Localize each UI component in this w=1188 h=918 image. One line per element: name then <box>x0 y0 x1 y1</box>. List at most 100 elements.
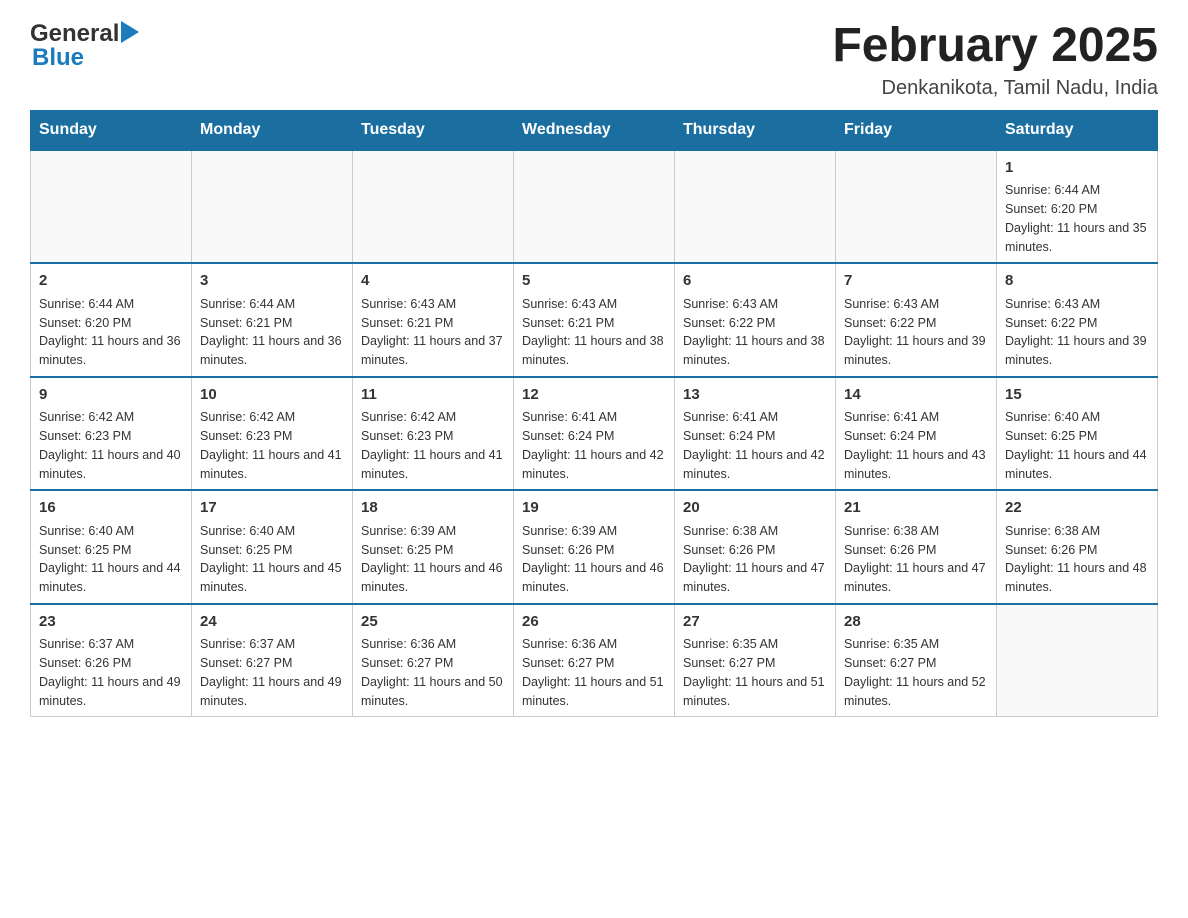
daylight-text: Daylight: 11 hours and 41 minutes. <box>200 446 344 484</box>
sunset-text: Sunset: 6:20 PM <box>1005 200 1149 219</box>
calendar-cell: 25Sunrise: 6:36 AMSunset: 6:27 PMDayligh… <box>353 604 514 717</box>
calendar-table: SundayMondayTuesdayWednesdayThursdayFrid… <box>30 110 1158 718</box>
sunset-text: Sunset: 6:23 PM <box>200 427 344 446</box>
weekday-header: Wednesday <box>514 110 675 150</box>
daylight-text: Daylight: 11 hours and 37 minutes. <box>361 332 505 370</box>
calendar-cell: 28Sunrise: 6:35 AMSunset: 6:27 PMDayligh… <box>836 604 997 717</box>
daylight-text: Daylight: 11 hours and 39 minutes. <box>1005 332 1149 370</box>
calendar-cell: 18Sunrise: 6:39 AMSunset: 6:25 PMDayligh… <box>353 490 514 604</box>
weekday-header-row: SundayMondayTuesdayWednesdayThursdayFrid… <box>31 110 1158 150</box>
day-number: 14 <box>844 384 988 407</box>
weekday-header: Monday <box>192 110 353 150</box>
weekday-header: Tuesday <box>353 110 514 150</box>
sunset-text: Sunset: 6:26 PM <box>39 654 183 673</box>
daylight-text: Daylight: 11 hours and 49 minutes. <box>200 673 344 711</box>
daylight-text: Daylight: 11 hours and 44 minutes. <box>39 559 183 597</box>
day-number: 11 <box>361 384 505 407</box>
weekday-header: Saturday <box>997 110 1158 150</box>
daylight-text: Daylight: 11 hours and 39 minutes. <box>844 332 988 370</box>
calendar-cell: 15Sunrise: 6:40 AMSunset: 6:25 PMDayligh… <box>997 377 1158 491</box>
sunrise-text: Sunrise: 6:36 AM <box>522 635 666 654</box>
calendar-cell: 27Sunrise: 6:35 AMSunset: 6:27 PMDayligh… <box>675 604 836 717</box>
calendar-cell: 11Sunrise: 6:42 AMSunset: 6:23 PMDayligh… <box>353 377 514 491</box>
calendar-cell <box>675 150 836 264</box>
day-number: 28 <box>844 611 988 634</box>
logo-arrow-icon <box>121 21 139 48</box>
sunrise-text: Sunrise: 6:44 AM <box>200 295 344 314</box>
daylight-text: Daylight: 11 hours and 36 minutes. <box>39 332 183 370</box>
weekday-header: Sunday <box>31 110 192 150</box>
calendar-cell: 4Sunrise: 6:43 AMSunset: 6:21 PMDaylight… <box>353 263 514 377</box>
daylight-text: Daylight: 11 hours and 48 minutes. <box>1005 559 1149 597</box>
daylight-text: Daylight: 11 hours and 42 minutes. <box>522 446 666 484</box>
sunrise-text: Sunrise: 6:43 AM <box>522 295 666 314</box>
sunset-text: Sunset: 6:24 PM <box>522 427 666 446</box>
sunrise-text: Sunrise: 6:40 AM <box>39 522 183 541</box>
logo-blue-text: Blue <box>32 44 84 72</box>
sunset-text: Sunset: 6:26 PM <box>522 541 666 560</box>
day-number: 10 <box>200 384 344 407</box>
daylight-text: Daylight: 11 hours and 38 minutes. <box>683 332 827 370</box>
sunset-text: Sunset: 6:24 PM <box>844 427 988 446</box>
daylight-text: Daylight: 11 hours and 38 minutes. <box>522 332 666 370</box>
calendar-cell: 14Sunrise: 6:41 AMSunset: 6:24 PMDayligh… <box>836 377 997 491</box>
day-number: 17 <box>200 497 344 520</box>
sunset-text: Sunset: 6:27 PM <box>361 654 505 673</box>
sunrise-text: Sunrise: 6:36 AM <box>361 635 505 654</box>
sunrise-text: Sunrise: 6:43 AM <box>361 295 505 314</box>
sunrise-text: Sunrise: 6:35 AM <box>844 635 988 654</box>
calendar-cell: 1Sunrise: 6:44 AMSunset: 6:20 PMDaylight… <box>997 150 1158 264</box>
daylight-text: Daylight: 11 hours and 51 minutes. <box>683 673 827 711</box>
sunset-text: Sunset: 6:25 PM <box>1005 427 1149 446</box>
sunrise-text: Sunrise: 6:38 AM <box>1005 522 1149 541</box>
daylight-text: Daylight: 11 hours and 46 minutes. <box>361 559 505 597</box>
page-header: General Blue February 2025 Denkanikota, … <box>30 20 1158 100</box>
sunset-text: Sunset: 6:20 PM <box>39 314 183 333</box>
calendar-cell: 7Sunrise: 6:43 AMSunset: 6:22 PMDaylight… <box>836 263 997 377</box>
day-number: 2 <box>39 270 183 293</box>
weekday-header: Friday <box>836 110 997 150</box>
sunset-text: Sunset: 6:25 PM <box>39 541 183 560</box>
calendar-cell: 9Sunrise: 6:42 AMSunset: 6:23 PMDaylight… <box>31 377 192 491</box>
day-number: 13 <box>683 384 827 407</box>
calendar-cell: 13Sunrise: 6:41 AMSunset: 6:24 PMDayligh… <box>675 377 836 491</box>
sunrise-text: Sunrise: 6:38 AM <box>683 522 827 541</box>
calendar-week-row: 16Sunrise: 6:40 AMSunset: 6:25 PMDayligh… <box>31 490 1158 604</box>
sunrise-text: Sunrise: 6:39 AM <box>361 522 505 541</box>
day-number: 27 <box>683 611 827 634</box>
sunrise-text: Sunrise: 6:43 AM <box>1005 295 1149 314</box>
location-subtitle: Denkanikota, Tamil Nadu, India <box>832 77 1158 100</box>
calendar-cell: 8Sunrise: 6:43 AMSunset: 6:22 PMDaylight… <box>997 263 1158 377</box>
sunrise-text: Sunrise: 6:40 AM <box>1005 408 1149 427</box>
calendar-cell: 21Sunrise: 6:38 AMSunset: 6:26 PMDayligh… <box>836 490 997 604</box>
sunrise-text: Sunrise: 6:42 AM <box>39 408 183 427</box>
daylight-text: Daylight: 11 hours and 44 minutes. <box>1005 446 1149 484</box>
daylight-text: Daylight: 11 hours and 35 minutes. <box>1005 219 1149 257</box>
sunrise-text: Sunrise: 6:40 AM <box>200 522 344 541</box>
sunrise-text: Sunrise: 6:39 AM <box>522 522 666 541</box>
day-number: 4 <box>361 270 505 293</box>
month-title: February 2025 <box>832 20 1158 73</box>
calendar-cell: 3Sunrise: 6:44 AMSunset: 6:21 PMDaylight… <box>192 263 353 377</box>
calendar-cell: 16Sunrise: 6:40 AMSunset: 6:25 PMDayligh… <box>31 490 192 604</box>
daylight-text: Daylight: 11 hours and 52 minutes. <box>844 673 988 711</box>
day-number: 22 <box>1005 497 1149 520</box>
day-number: 3 <box>200 270 344 293</box>
sunrise-text: Sunrise: 6:44 AM <box>39 295 183 314</box>
daylight-text: Daylight: 11 hours and 46 minutes. <box>522 559 666 597</box>
calendar-cell: 23Sunrise: 6:37 AMSunset: 6:26 PMDayligh… <box>31 604 192 717</box>
day-number: 20 <box>683 497 827 520</box>
day-number: 12 <box>522 384 666 407</box>
sunset-text: Sunset: 6:21 PM <box>522 314 666 333</box>
daylight-text: Daylight: 11 hours and 45 minutes. <box>200 559 344 597</box>
calendar-cell: 20Sunrise: 6:38 AMSunset: 6:26 PMDayligh… <box>675 490 836 604</box>
sunset-text: Sunset: 6:26 PM <box>1005 541 1149 560</box>
daylight-text: Daylight: 11 hours and 43 minutes. <box>844 446 988 484</box>
day-number: 24 <box>200 611 344 634</box>
sunset-text: Sunset: 6:27 PM <box>683 654 827 673</box>
day-number: 25 <box>361 611 505 634</box>
day-number: 19 <box>522 497 666 520</box>
daylight-text: Daylight: 11 hours and 47 minutes. <box>683 559 827 597</box>
daylight-text: Daylight: 11 hours and 47 minutes. <box>844 559 988 597</box>
weekday-header: Thursday <box>675 110 836 150</box>
